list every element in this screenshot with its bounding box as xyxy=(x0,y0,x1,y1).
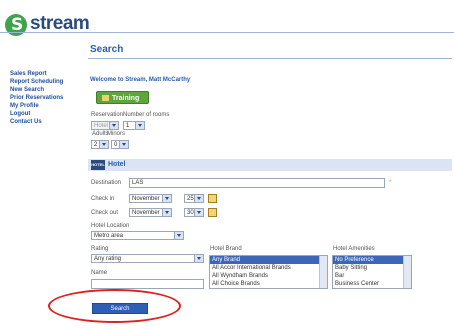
list-item[interactable]: Any Brand xyxy=(210,256,327,264)
checkin-month-value: November xyxy=(132,196,160,202)
chevron-down-icon xyxy=(135,122,144,129)
rooms-select[interactable]: 1 xyxy=(123,121,145,130)
minors-label: Minors xyxy=(107,131,126,137)
scrollbar[interactable] xyxy=(319,256,327,288)
hotel-name-label: Name xyxy=(91,270,108,276)
chevron-down-icon xyxy=(99,141,108,148)
checkout-label: Check out xyxy=(91,210,119,216)
sidebar-nav: Sales Report Report Scheduling New Searc… xyxy=(10,70,82,126)
minors-select[interactable]: 0 xyxy=(111,140,129,149)
hotel-brand-listbox[interactable]: Any Brand All Accor International Brands… xyxy=(209,255,328,289)
rooms-label: Number of rooms xyxy=(123,112,170,118)
chevron-down-icon xyxy=(162,195,171,202)
hotel-section-header xyxy=(88,159,452,171)
hotel-icon: HOTEL xyxy=(91,160,105,170)
sidebar-item-sales-report[interactable]: Sales Report xyxy=(10,70,82,78)
hotel-amenities-listbox[interactable]: No Preference Baby Sitting Bar Business … xyxy=(332,255,412,289)
chevron-down-icon xyxy=(194,209,203,216)
checkin-month-select[interactable]: November xyxy=(129,194,172,203)
adults-select[interactable]: 2 xyxy=(91,140,109,149)
rating-select[interactable]: Any rating xyxy=(91,254,204,263)
checkin-label: Check in xyxy=(91,196,115,202)
scrollbar[interactable] xyxy=(403,256,411,288)
hotel-section-title: Hotel xyxy=(108,161,126,168)
welcome-message: Welcome to Stream, Matt McCarthy xyxy=(90,77,191,83)
sidebar-item-logout[interactable]: Logout xyxy=(10,110,82,118)
hotel-brand-label: Hotel Brand xyxy=(210,246,242,252)
chevron-down-icon xyxy=(119,141,128,148)
training-icon xyxy=(102,95,109,101)
checkin-day-value: 25 xyxy=(187,196,194,202)
checkout-month-value: November xyxy=(132,210,160,216)
hotel-location-value: Metro area xyxy=(94,233,124,239)
rating-label: Rating xyxy=(91,246,109,252)
page-title: Search xyxy=(90,44,124,55)
calendar-icon[interactable] xyxy=(208,208,217,217)
list-item[interactable]: All Wyndham Brands xyxy=(210,272,327,280)
sidebar-item-my-profile[interactable]: My Profile xyxy=(10,102,82,110)
list-item[interactable]: No Preference xyxy=(333,256,411,264)
required-marker: * xyxy=(389,180,392,186)
sidebar-item-prior-reservations[interactable]: Prior Reservations xyxy=(10,94,82,102)
calendar-icon[interactable] xyxy=(208,194,217,203)
destination-input[interactable]: LAS xyxy=(129,178,385,188)
sidebar-item-new-search[interactable]: New Search xyxy=(10,86,82,94)
list-item[interactable]: Baby Sitting xyxy=(333,264,411,272)
reservation-type-select[interactable]: Hotel xyxy=(91,121,119,130)
training-button[interactable]: Training xyxy=(96,91,149,104)
sidebar-item-contact-us[interactable]: Contact Us xyxy=(10,118,82,126)
checkout-day-select[interactable]: 30 xyxy=(184,208,204,217)
hotel-name-input[interactable] xyxy=(91,279,204,289)
adults-value: 2 xyxy=(94,142,98,148)
highlight-circle xyxy=(48,289,181,323)
rooms-value: 1 xyxy=(126,123,130,129)
header-divider xyxy=(0,32,454,33)
hotel-location-select[interactable]: Metro area xyxy=(91,231,184,240)
list-item[interactable]: Business Center xyxy=(333,280,411,288)
training-label: Training xyxy=(112,95,140,102)
checkout-day-value: 30 xyxy=(187,210,194,216)
chevron-down-icon xyxy=(162,209,171,216)
title-divider xyxy=(88,58,452,59)
checkout-month-select[interactable]: November xyxy=(129,208,172,217)
checkin-day-select[interactable]: 25 xyxy=(184,194,204,203)
list-item[interactable]: All Accor International Brands xyxy=(210,264,327,272)
list-item[interactable]: All Choice Brands xyxy=(210,280,327,288)
chevron-down-icon xyxy=(194,195,203,202)
reservation-label: Reservation xyxy=(91,112,124,118)
list-item[interactable]: Bar xyxy=(333,272,411,280)
hotel-amenities-label: Hotel Amenities xyxy=(333,246,375,252)
sidebar-item-report-scheduling[interactable]: Report Scheduling xyxy=(10,78,82,86)
reservation-type-value: Hotel xyxy=(94,123,109,129)
rating-value: Any rating xyxy=(94,256,122,262)
minors-value: 0 xyxy=(114,142,118,148)
chevron-down-icon xyxy=(174,232,183,239)
chevron-down-icon xyxy=(109,122,118,129)
destination-label: Destination xyxy=(91,180,122,186)
hotel-location-label: Hotel Location xyxy=(91,223,130,229)
chevron-down-icon xyxy=(194,255,203,262)
